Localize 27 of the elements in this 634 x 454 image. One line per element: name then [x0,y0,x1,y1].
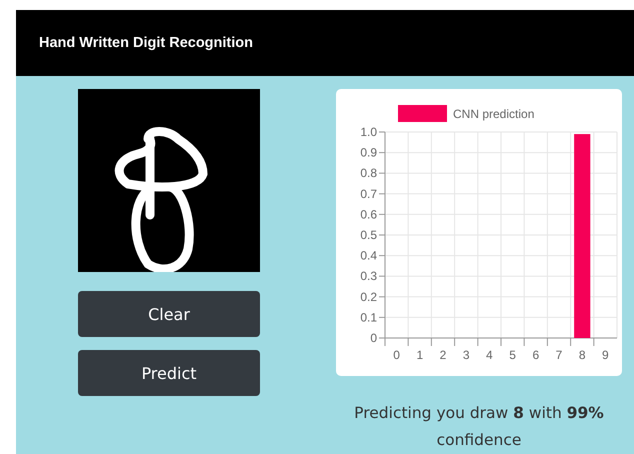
y-tick-label: 0.9 [360,146,377,160]
y-tick-label: 0.5 [360,228,377,242]
y-tick-label: 0.3 [360,269,377,284]
y-tick-label: 0.6 [360,207,377,222]
y-tick-label: 0.8 [360,166,377,180]
x-tick-label: 7 [556,348,562,362]
legend-label: CNN prediction [453,107,534,121]
y-tick-label: 0.2 [360,290,377,304]
y-tick-label: 0.1 [360,310,377,324]
x-tick-label: 5 [509,348,516,362]
clear-button[interactable]: Clear [78,291,260,337]
x-tick-label: 2 [440,348,446,362]
x-tick-label: 3 [462,348,470,362]
x-tick-label: 8 [578,348,586,362]
x-tick-label: 1 [416,348,424,362]
y-tick-label: 0.7 [360,186,377,201]
y-tick-label: 0.4 [360,248,377,263]
x-tick-label: 4 [486,348,493,362]
y-tick-label: 1.0 [360,125,377,139]
drawing-canvas[interactable] [78,89,260,272]
x-tick-label: 9 [602,348,609,362]
app-title: Hand Written Digit Recognition [39,35,253,51]
prediction-text: Predicting you draw 8 with 99% confidence [353,403,605,451]
x-tick-label: 6 [532,348,540,362]
x-tick-label: 0 [393,348,400,362]
predict-button[interactable]: Predict [78,350,260,396]
y-tick-label: 0 [370,331,377,345]
